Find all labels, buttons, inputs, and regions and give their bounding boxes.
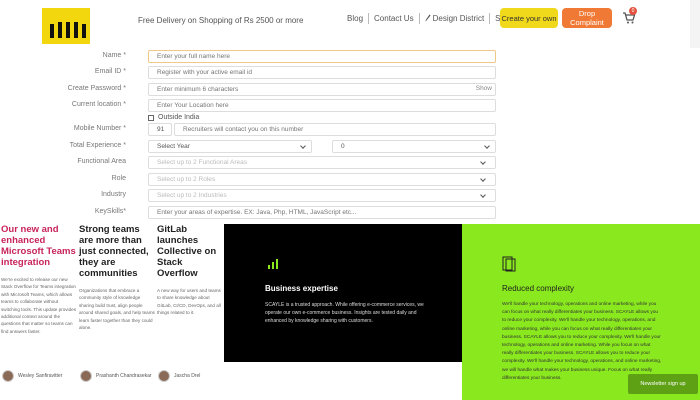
author-name: Jascha Drel [174,373,201,379]
email-input[interactable] [148,66,496,79]
logo-bar [74,22,78,38]
name-label: Name * [102,52,126,59]
password-row: Create Password * Show [0,83,700,97]
article-excerpt: Organizations that embrace a community s… [79,288,155,331]
password-input[interactable] [148,83,496,96]
article-title[interactable]: Our new and enhanced Microsoft Teams int… [1,224,77,268]
nav-blog-link[interactable]: Blog [342,14,368,23]
brand-logo[interactable] [42,8,90,44]
article-author: Wesley Sanfiravitter [2,370,62,382]
functional-area-select[interactable]: Select up to 2 Functional Areas [148,156,496,169]
article-excerpt: We're excited to release our new Stack O… [1,277,76,334]
logo-bar [66,22,70,38]
pencil-icon [425,14,431,22]
registration-page: Free Delivery on Shopping of Rs 2500 or … [0,0,700,400]
logo-bar [82,24,86,38]
article-title[interactable]: Strong teams are more than just connecte… [79,224,155,279]
chevron-down-icon [300,143,306,149]
functional-area-label: Functional Area [77,158,126,165]
avatar [158,370,170,382]
top-nav: Blog Contact Us Design District Signup [342,10,527,26]
mobile-row: Mobile Number * 91 [0,123,700,137]
location-label: Current location * [71,101,126,108]
experience-label: Total Experience * [69,142,126,149]
outside-india-checkbox[interactable] [148,115,154,121]
email-row: Email ID * [0,66,700,80]
article-card[interactable]: Strong teams are more than just connecte… [79,224,155,331]
logo-bar [50,24,54,38]
article-author: Prashanth Chandrasekar [80,370,152,382]
name-input[interactable] [148,50,496,63]
panel-title: Business expertise [265,284,338,293]
experience-row: Total Experience * Select Year 0 [0,140,700,154]
country-code[interactable]: 91 [148,123,172,136]
experience-year-value: Select Year [157,143,190,150]
nav-contact-link[interactable]: Contact Us [369,14,419,23]
mobile-label: Mobile Number * [73,125,126,132]
panel-title: Reduced complexity [502,284,575,293]
logo-bar [58,22,62,38]
outside-india-label: Outside India [158,114,200,121]
cart-count-badge: 0 [629,7,637,15]
password-label: Create Password * [67,85,126,92]
nav-design-district-label: Design District [432,13,485,23]
experience-month-value: 0 [341,143,345,150]
name-row: Name * [0,50,700,64]
functional-area-placeholder: Select up to 2 Functional Areas [157,159,247,166]
mobile-input[interactable] [174,123,496,136]
email-label: Email ID * [94,68,126,75]
nav-design-district-link[interactable]: Design District [420,14,490,23]
article-title[interactable]: GitLab launches Collective on Stack Over… [157,224,221,279]
keyskills-row: KeySkills* [0,206,700,220]
chevron-down-icon [480,192,486,198]
delivery-notice: Free Delivery on Shopping of Rs 2500 or … [138,16,304,25]
industry-placeholder: Select up to 2 Industries [157,192,227,199]
experience-month-select[interactable]: 0 [332,140,496,153]
show-password-toggle[interactable]: Show [476,85,492,92]
bar-chart-icon [268,259,278,269]
industry-select[interactable]: Select up to 2 Industries [148,189,496,202]
industry-label: Industry [101,191,126,198]
chevron-down-icon [480,176,486,182]
author-name: Prashanth Chandrasekar [96,373,152,379]
drop-complaint-button[interactable]: Drop Complaint [562,8,612,28]
article-excerpt: A new way for users and teams to share k… [157,288,221,316]
panel-text: We'll handle your technology, operations… [502,302,662,381]
author-name: Wesley Sanfiravitter [18,373,63,379]
functional-area-row: Functional Area Select up to 2 Functiona… [0,156,700,170]
role-placeholder: Select up to 2 Roles [157,176,216,183]
article-card[interactable]: Our new and enhanced Microsoft Teams int… [1,224,77,335]
location-input[interactable] [148,99,496,112]
article-card[interactable]: GitLab launches Collective on Stack Over… [157,224,221,317]
chevron-down-icon [480,159,486,165]
experience-year-select[interactable]: Select Year [148,140,312,153]
newsletter-signup-button[interactable]: Newsletter sign up [628,374,698,394]
role-row: Role Select up to 2 Roles [0,173,700,187]
scrollbar[interactable] [690,0,700,48]
site-header: Free Delivery on Shopping of Rs 2500 or … [0,0,700,48]
avatar [80,370,92,382]
layers-icon [502,256,516,272]
location-row: Current location * [0,99,700,113]
create-your-own-button[interactable]: Create your own [500,8,558,28]
keyskills-input[interactable] [148,206,496,219]
avatar [2,370,14,382]
chevron-down-icon [484,143,490,149]
business-expertise-panel: Business expertise SCAYLE is a trusted a… [224,224,462,362]
role-select[interactable]: Select up to 2 Roles [148,173,496,186]
role-label: Role [111,175,126,182]
panel-text: SCAYLE is a trusted approach. While offe… [265,302,424,324]
article-author: Jascha Drel [158,370,200,382]
keyskills-label: KeySkills* [94,208,126,215]
industry-row: Industry Select up to 2 Industries [0,189,700,203]
